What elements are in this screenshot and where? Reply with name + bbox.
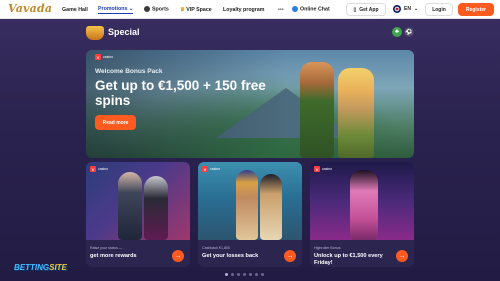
v-logo-icon: V <box>202 166 208 172</box>
pagination-dot[interactable] <box>261 273 264 276</box>
promo-card-highroller[interactable]: V casino Highroller Bonus Unlock up to €… <box>310 162 414 267</box>
card-character-pharaoh <box>236 170 258 240</box>
hero-badge-label: casino <box>103 55 114 59</box>
card-character-queen <box>260 174 282 240</box>
special-chest-icon <box>86 26 104 40</box>
hero-banner[interactable]: V casino Welcome Bonus Pack Get up to €1… <box>86 50 414 158</box>
chevron-down-icon: ⌄ <box>128 5 134 12</box>
card-casino-badge: V casino <box>90 166 108 172</box>
card-character-diva <box>350 170 378 240</box>
pagination-dot[interactable] <box>225 273 228 276</box>
phone-icon: ▯ <box>353 6 357 13</box>
arrow-right-icon[interactable]: → <box>284 250 296 262</box>
nav-online-chat[interactable]: Online Chat <box>292 6 330 13</box>
language-selector[interactable]: EN ⌄ <box>393 5 418 13</box>
watermark-logo: BETTINGSITE <box>14 263 67 272</box>
language-label: EN <box>404 6 411 12</box>
carousel-pagination <box>225 273 264 276</box>
promo-card-cashback[interactable]: V casino Cashback €1,800 Get your losses… <box>198 162 302 267</box>
hero-casino-badge: V casino <box>95 54 113 60</box>
sports-filter-icon[interactable]: ⚽ <box>404 27 414 37</box>
card-caption: Highroller Bonus <box>314 246 341 250</box>
fisherman-character <box>300 62 334 158</box>
casino-filter-icon[interactable]: ♣ <box>392 27 402 37</box>
nav-game-hall[interactable]: Game Hall <box>62 7 88 13</box>
card-title: Unlock up to €1,500 every Friday! <box>314 253 383 266</box>
card-title: get more rewards <box>90 253 137 259</box>
crown-icon: ♛ <box>180 6 185 13</box>
soccer-ball-icon <box>144 6 150 13</box>
pagination-dot[interactable] <box>231 273 234 276</box>
nav-vip-space[interactable]: ♛ VIP Space <box>180 7 212 13</box>
more-menu-icon[interactable]: ••• <box>278 7 284 13</box>
hero-subtitle: Welcome Bonus Pack <box>95 68 163 75</box>
card-title: Get your losses back <box>202 253 259 259</box>
get-app-label: Get App <box>359 6 379 13</box>
arrow-right-icon[interactable]: → <box>396 250 408 262</box>
uk-flag-icon <box>393 5 401 13</box>
register-button[interactable]: Register <box>458 3 494 16</box>
pagination-dot[interactable] <box>249 273 252 276</box>
v-logo-icon: V <box>90 166 96 172</box>
top-navbar: Vavada Game Hall Promotions ⌄ Sports ♛ V… <box>0 0 500 19</box>
nav-sports-label: Sports <box>152 6 169 13</box>
chat-icon <box>292 6 298 13</box>
nav-promotions-label: Promotions <box>98 5 128 12</box>
nav-vip-label: VIP Space <box>186 6 212 13</box>
card-casino-badge: V casino <box>314 166 332 172</box>
explorer-character <box>338 68 374 158</box>
read-more-button[interactable]: Read more <box>95 115 136 130</box>
v-logo-icon: V <box>95 54 101 60</box>
arrow-right-icon[interactable]: → <box>172 250 184 262</box>
nav-promotions[interactable]: Promotions ⌄ <box>98 5 134 14</box>
pagination-dot[interactable] <box>237 273 240 276</box>
card-casino-badge: V casino <box>202 166 220 172</box>
online-chat-label: Online Chat <box>300 6 330 13</box>
card-badge-label: casino <box>210 167 221 171</box>
site-logo[interactable]: Vavada <box>8 2 52 15</box>
pagination-dot[interactable] <box>243 273 246 276</box>
promo-card-status[interactable]: V casino Raise your status — get more re… <box>86 162 190 267</box>
card-caption: Cashback €1,800 <box>202 246 230 250</box>
v-logo-icon: V <box>314 166 320 172</box>
card-character-man <box>118 172 142 240</box>
pagination-dot[interactable] <box>255 273 258 276</box>
card-badge-label: casino <box>322 167 333 171</box>
card-caption: Raise your status — <box>90 246 123 250</box>
section-title: Special <box>108 27 140 37</box>
card-badge-label: casino <box>98 167 109 171</box>
hero-title: Get up to €1,500 + 150 free spins <box>95 78 266 108</box>
chevron-down-icon: ⌄ <box>413 6 419 12</box>
nav-sports[interactable]: Sports <box>144 6 169 13</box>
card-character-woman <box>144 176 168 240</box>
watermark-part1: BETTING <box>14 263 50 272</box>
watermark-part2: SITE <box>49 263 67 272</box>
nav-loyalty-program[interactable]: Loyalty program <box>223 7 265 13</box>
login-button[interactable]: Login <box>425 3 453 16</box>
get-app-button[interactable]: ▯ Get App <box>346 3 386 16</box>
